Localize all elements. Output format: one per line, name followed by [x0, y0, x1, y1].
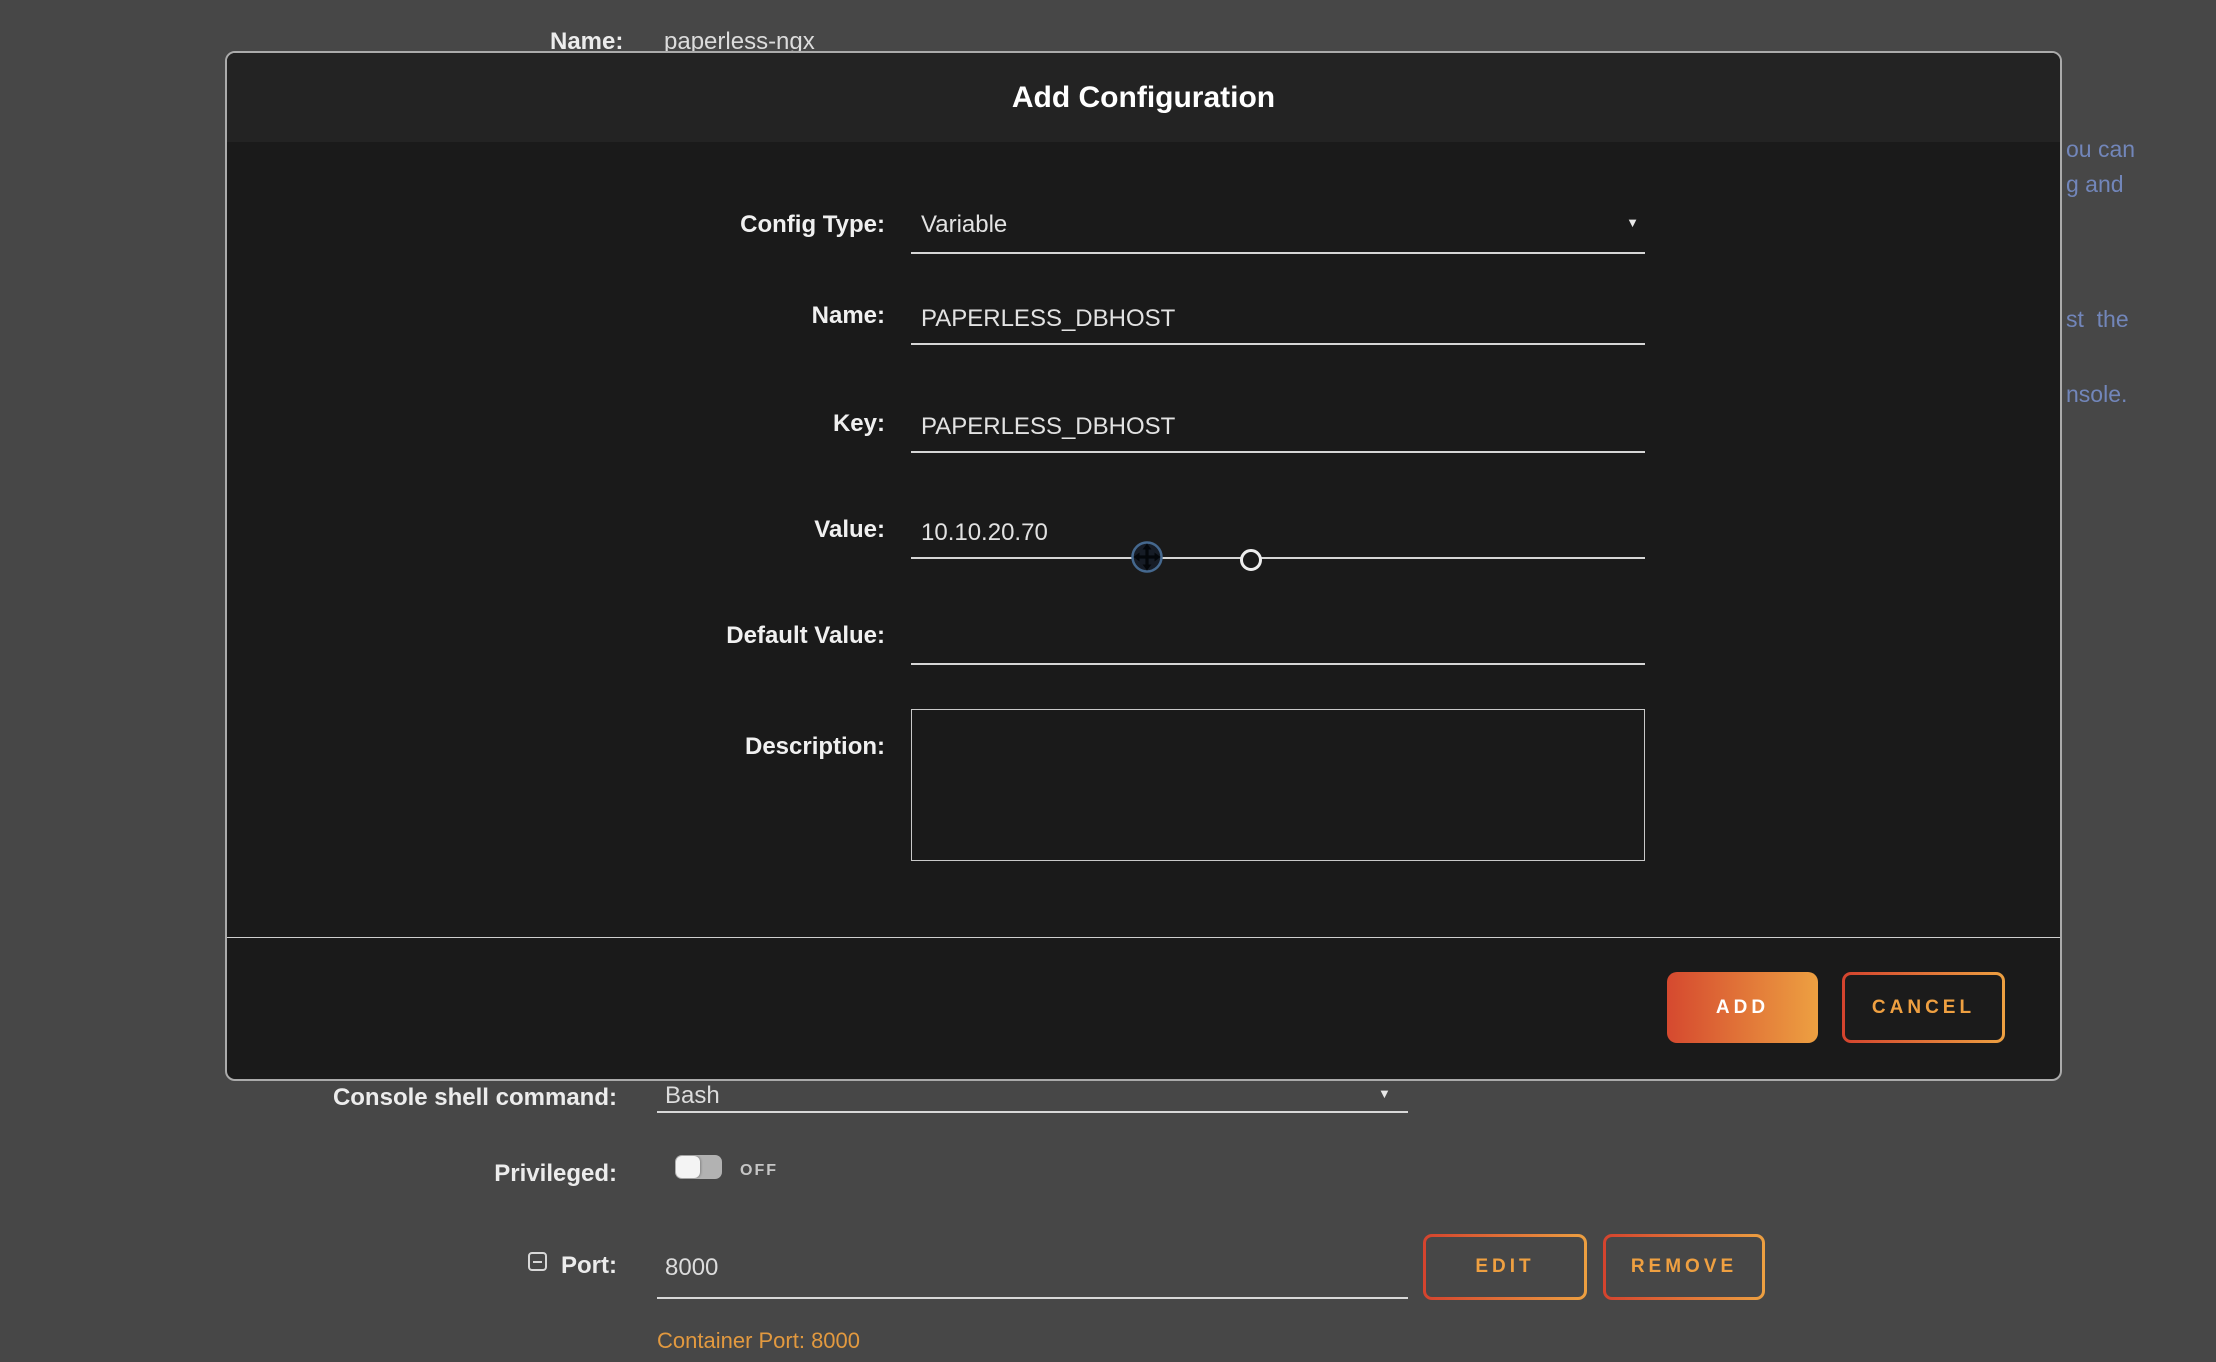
default-value-input[interactable]: [921, 622, 1635, 656]
chevron-down-icon[interactable]: ▼: [1378, 1086, 1391, 1101]
click-indicator-ring: [1240, 549, 1262, 571]
privileged-label: Privileged:: [0, 1160, 617, 1188]
key-input[interactable]: [921, 410, 1635, 444]
default-value-label: Default Value:: [726, 622, 885, 650]
remove-button[interactable]: REMOVE: [1603, 1234, 1765, 1300]
description-label: Description:: [745, 733, 885, 761]
privileged-state: OFF: [740, 1162, 778, 1180]
name-field-wrap: [911, 302, 1645, 345]
toggle-knob-icon: [676, 1156, 700, 1178]
chevron-down-icon: ▼: [1626, 215, 1639, 230]
key-field-wrap: [911, 410, 1645, 453]
add-button[interactable]: ADD: [1667, 972, 1818, 1043]
value-field-wrap: [911, 516, 1645, 559]
description-textarea[interactable]: [911, 709, 1645, 861]
port-underline: [657, 1297, 1408, 1299]
clipped-help-text: st the: [2066, 306, 2129, 333]
console-shell-command-value[interactable]: Bash: [665, 1082, 720, 1110]
config-type-label: Config Type:: [740, 211, 885, 239]
name-label: Name:: [812, 302, 885, 330]
privileged-toggle[interactable]: [675, 1155, 722, 1179]
console-shell-command-label: Console shell command:: [0, 1084, 617, 1112]
dialog-title: Add Configuration: [1012, 81, 1275, 115]
move-cursor-icon: [1130, 540, 1164, 574]
key-label: Key:: [833, 410, 885, 438]
clipped-help-text: ou can: [2066, 136, 2135, 163]
clipped-help-text: g and: [2066, 171, 2124, 198]
container-port-note: Container Port: 8000: [657, 1328, 860, 1354]
config-type-value: Variable: [921, 211, 1007, 239]
name-input[interactable]: [921, 302, 1635, 336]
port-label: Port:: [0, 1252, 617, 1280]
clipped-help-text: nsole.: [2066, 381, 2127, 408]
dialog-footer-divider: [227, 937, 2060, 938]
config-type-select[interactable]: Variable ▼: [911, 211, 1645, 254]
dialog-header: Add Configuration: [227, 53, 2060, 142]
value-label: Value:: [814, 516, 885, 544]
console-shell-command-underline: [657, 1111, 1408, 1113]
cancel-button[interactable]: CANCEL: [1842, 972, 2005, 1043]
page: { "page": { "top_field": { "label": "Nam…: [0, 0, 2216, 1362]
value-input[interactable]: [921, 516, 1635, 550]
edit-button[interactable]: EDIT: [1423, 1234, 1587, 1300]
port-value[interactable]: 8000: [665, 1254, 718, 1282]
default-value-field-wrap: [911, 622, 1645, 665]
